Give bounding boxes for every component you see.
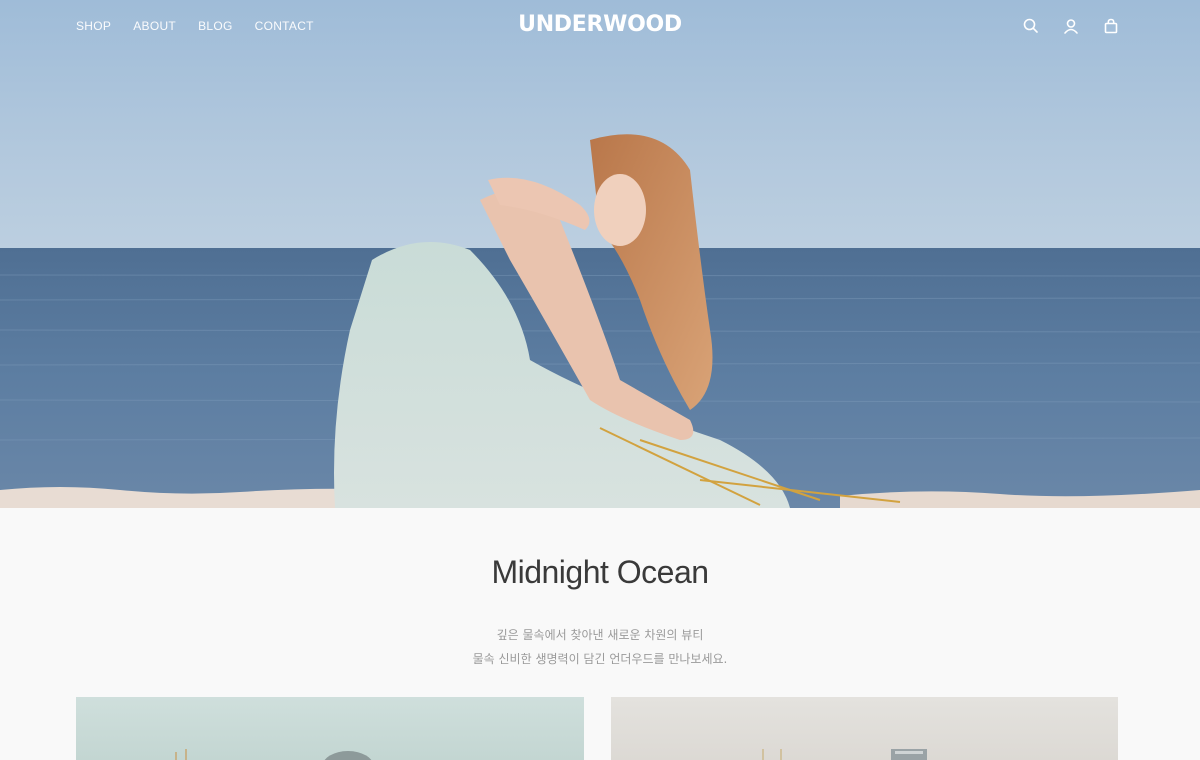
product-image-right xyxy=(762,749,927,760)
hero-image: SHOP ABOUT BLOG CONTACT UNDERWOOD xyxy=(0,0,1200,508)
site-logo[interactable]: UNDERWOOD xyxy=(0,12,1200,37)
bag-icon[interactable] xyxy=(1102,17,1120,35)
header-icons xyxy=(1022,17,1120,35)
collection-section: Midnight Ocean 깊은 물속에서 찾아낸 새로운 차원의 뷰티 물속… xyxy=(0,508,1200,760)
product-card-right[interactable] xyxy=(611,697,1118,760)
site-header: SHOP ABOUT BLOG CONTACT UNDERWOOD xyxy=(0,0,1200,54)
product-card-left[interactable] xyxy=(76,697,584,760)
user-icon[interactable] xyxy=(1062,17,1080,35)
product-image-left xyxy=(175,749,372,760)
hero-photo xyxy=(0,0,1200,508)
collection-description-line-2: 물속 신비한 생명력이 담긴 언더우드를 만나보세요. xyxy=(472,652,728,666)
collection-description-line-1: 깊은 물속에서 찾아낸 새로운 차원의 뷰티 xyxy=(496,628,704,642)
collection-title: Midnight Ocean xyxy=(491,554,709,590)
search-icon[interactable] xyxy=(1022,17,1040,35)
